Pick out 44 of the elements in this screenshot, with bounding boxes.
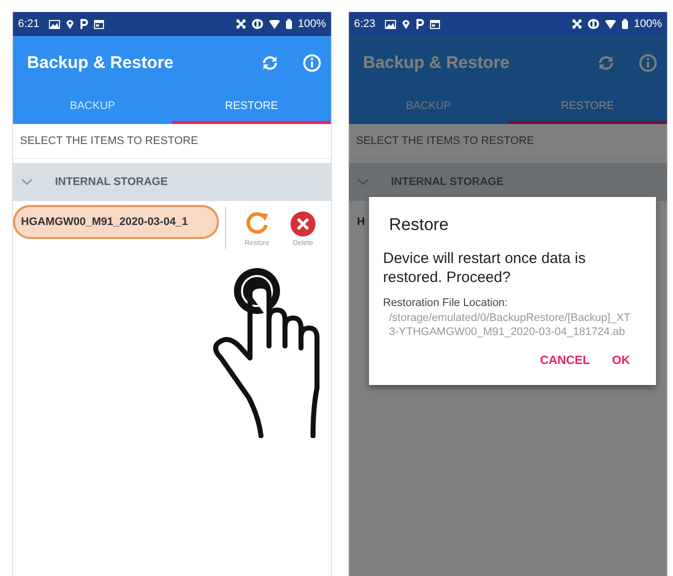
location-pin-icon [66,19,74,29]
group-header[interactable]: INTERNAL STORAGE [349,163,667,201]
battery-percent: 100% [298,18,326,30]
cross-arrows-icon [236,19,246,29]
file-location: /storage/emulated/0/BackupRestore/[Backup]_XT3-YTHGAMGW00_M91_2020-03-04_181724.ab [389,311,632,339]
wifi-icon [604,20,616,28]
group-label: INTERNAL STORAGE [391,176,504,188]
parking-icon [416,19,424,29]
section-header: SELECT THE ITEMS TO RESTORE [13,124,331,159]
tab[interactable]: RESTORE [172,90,331,124]
location-pin-icon [402,19,410,29]
info-icon[interactable] [303,54,321,72]
tab[interactable]: BACKUP [13,90,172,124]
ring-icon [252,19,263,29]
dialog-message: Device will restart once data is restored. Proceed? [383,249,587,287]
refresh-icon[interactable] [261,54,279,72]
status-time: 6:21 [18,18,40,30]
group-header[interactable]: INTERNAL STORAGE [13,163,331,201]
backup-file-item[interactable]: HGAMGW00_M91_2020-03-04_1 [13,205,219,239]
location-label: Restoration File Location: [383,297,509,309]
window-icon [94,20,104,28]
battery-icon [286,19,292,29]
picture-icon [385,20,396,28]
info-icon[interactable] [639,54,657,72]
dialog-title: Restore [389,215,450,235]
wifi-icon [268,20,280,28]
dialog-button[interactable]: CANCEL [534,349,596,371]
app-title: Backup & Restore [27,53,174,73]
tab[interactable]: BACKUP [349,90,508,124]
group-label: INTERNAL STORAGE [55,176,168,188]
ring-icon [588,19,599,29]
picture-icon [49,20,60,28]
dialog-button[interactable]: OK [606,349,636,371]
delete-icon [290,211,316,237]
status-time: 6:23 [354,18,376,30]
app-title: Backup & Restore [363,53,510,73]
battery-icon [622,19,628,29]
refresh-icon[interactable] [597,54,615,72]
tab[interactable]: RESTORE [508,90,667,124]
battery-percent: 100% [634,18,662,30]
section-header: SELECT THE ITEMS TO RESTORE [349,124,667,159]
window-icon [430,20,440,28]
cross-arrows-icon [572,19,582,29]
parking-icon [80,19,88,29]
